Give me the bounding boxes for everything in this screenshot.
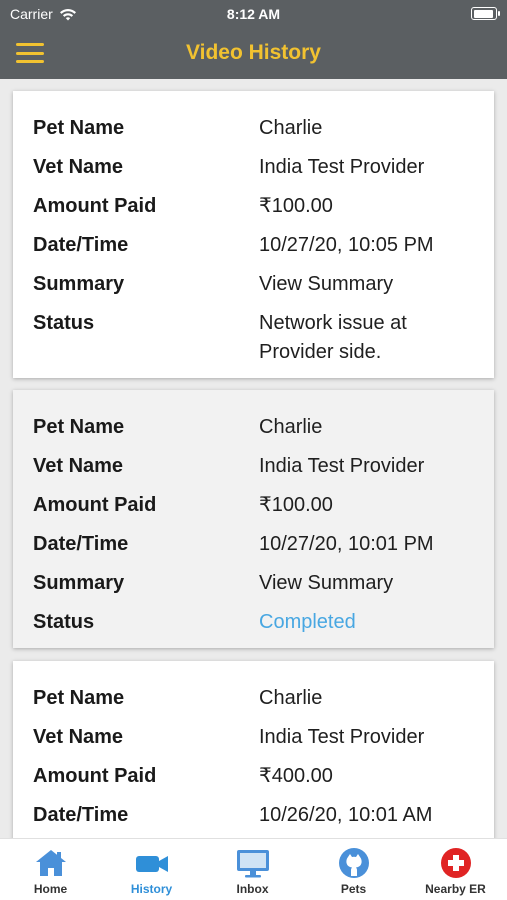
- amount-paid-value: ₹400.00: [259, 765, 333, 787]
- history-list[interactable]: Pet Name Charlie Vet Name India Test Pro…: [0, 79, 507, 838]
- status-value: Network issue at Provider side.: [259, 312, 407, 363]
- amount-paid-row: Amount Paid ₹100.00: [13, 195, 494, 234]
- tab-history-label: History: [130, 882, 173, 896]
- date-time-label: Date/Time: [33, 533, 129, 555]
- summary-label: Summary: [33, 273, 125, 295]
- vet-name-value: India Test Provider: [259, 455, 425, 477]
- date-time-label: Date/Time: [33, 234, 129, 256]
- status-bar: Carrier 8:12 AM: [0, 0, 507, 28]
- date-time-row: Date/Time 10/27/20, 10:01 PM: [13, 533, 494, 572]
- status-row: Status Network issue at Provider side.: [13, 312, 494, 372]
- vet-name-value: India Test Provider: [259, 726, 425, 748]
- summary-row: Summary View Summary: [13, 273, 494, 312]
- amount-paid-row: Amount Paid ₹400.00: [13, 765, 494, 804]
- medical-cross-icon: [440, 848, 471, 878]
- date-time-value: 10/27/20, 10:05 PM: [259, 234, 434, 256]
- amount-paid-label: Amount Paid: [33, 494, 157, 516]
- history-card: Pet Name Charlie Vet Name India Test Pro…: [13, 91, 494, 378]
- tab-bar: Home History Inbox Pets Nearby ER: [0, 838, 507, 900]
- tab-home-label: Home: [33, 882, 68, 896]
- pet-name-value: Charlie: [259, 687, 323, 709]
- vet-name-value: India Test Provider: [259, 156, 425, 178]
- battery-icon: [471, 7, 500, 20]
- status-label: Status: [33, 611, 95, 633]
- tab-nearby-er-label: Nearby ER: [425, 882, 486, 896]
- pet-name-row: Pet Name Charlie: [13, 416, 494, 455]
- view-summary-link[interactable]: View Summary: [259, 270, 479, 299]
- amount-paid-label: Amount Paid: [33, 195, 157, 217]
- tab-pets[interactable]: Pets: [303, 839, 404, 900]
- history-card: Pet Name Charlie Vet Name India Test Pro…: [13, 390, 494, 648]
- vet-name-row: Vet Name India Test Provider: [13, 726, 494, 765]
- vet-name-row: Vet Name India Test Provider: [13, 455, 494, 494]
- status-completed-link[interactable]: Completed: [259, 608, 479, 637]
- date-time-label: Date/Time: [33, 804, 129, 826]
- pet-name-row: Pet Name Charlie: [13, 687, 494, 726]
- vet-name-label: Vet Name: [33, 455, 124, 477]
- page-title: Video History: [186, 41, 321, 64]
- home-icon: [35, 850, 66, 876]
- tab-history[interactable]: History: [101, 839, 202, 900]
- github-icon: [338, 848, 369, 878]
- tab-home[interactable]: Home: [0, 839, 101, 900]
- history-card: Pet Name Charlie Vet Name India Test Pro…: [13, 661, 494, 838]
- tab-inbox-label: Inbox: [236, 882, 269, 896]
- pet-name-value: Charlie: [259, 117, 323, 139]
- status-label: Status: [33, 312, 95, 334]
- clock: 8:12 AM: [226, 6, 281, 22]
- date-time-value: 10/26/20, 10:01 AM: [259, 804, 433, 826]
- date-time-value: 10/27/20, 10:01 PM: [259, 533, 434, 555]
- view-summary-link[interactable]: View Summary: [259, 569, 479, 598]
- status-row: Status Completed: [13, 611, 494, 650]
- vet-name-label: Vet Name: [33, 156, 124, 178]
- vet-name-row: Vet Name India Test Provider: [13, 156, 494, 195]
- pet-name-value: Charlie: [259, 416, 323, 438]
- pet-name-row: Pet Name Charlie: [13, 117, 494, 156]
- pet-name-label: Pet Name: [33, 416, 125, 438]
- vet-name-label: Vet Name: [33, 726, 124, 748]
- summary-row: Summary View Summary: [13, 572, 494, 611]
- tab-inbox[interactable]: Inbox: [202, 839, 303, 900]
- summary-label: Summary: [33, 572, 125, 594]
- amount-paid-label: Amount Paid: [33, 765, 157, 787]
- date-time-row: Date/Time 10/26/20, 10:01 AM: [13, 804, 494, 838]
- amount-paid-value: ₹100.00: [259, 195, 333, 217]
- date-time-row: Date/Time 10/27/20, 10:05 PM: [13, 234, 494, 273]
- tab-nearby-er[interactable]: Nearby ER: [404, 839, 507, 900]
- nav-bar: Video History: [0, 28, 507, 79]
- amount-paid-row: Amount Paid ₹100.00: [13, 494, 494, 533]
- video-camera-icon: [135, 856, 168, 872]
- pet-name-label: Pet Name: [33, 117, 125, 139]
- tab-pets-label: Pets: [340, 882, 367, 896]
- amount-paid-value: ₹100.00: [259, 494, 333, 516]
- monitor-icon: [236, 850, 269, 878]
- pet-name-label: Pet Name: [33, 687, 125, 709]
